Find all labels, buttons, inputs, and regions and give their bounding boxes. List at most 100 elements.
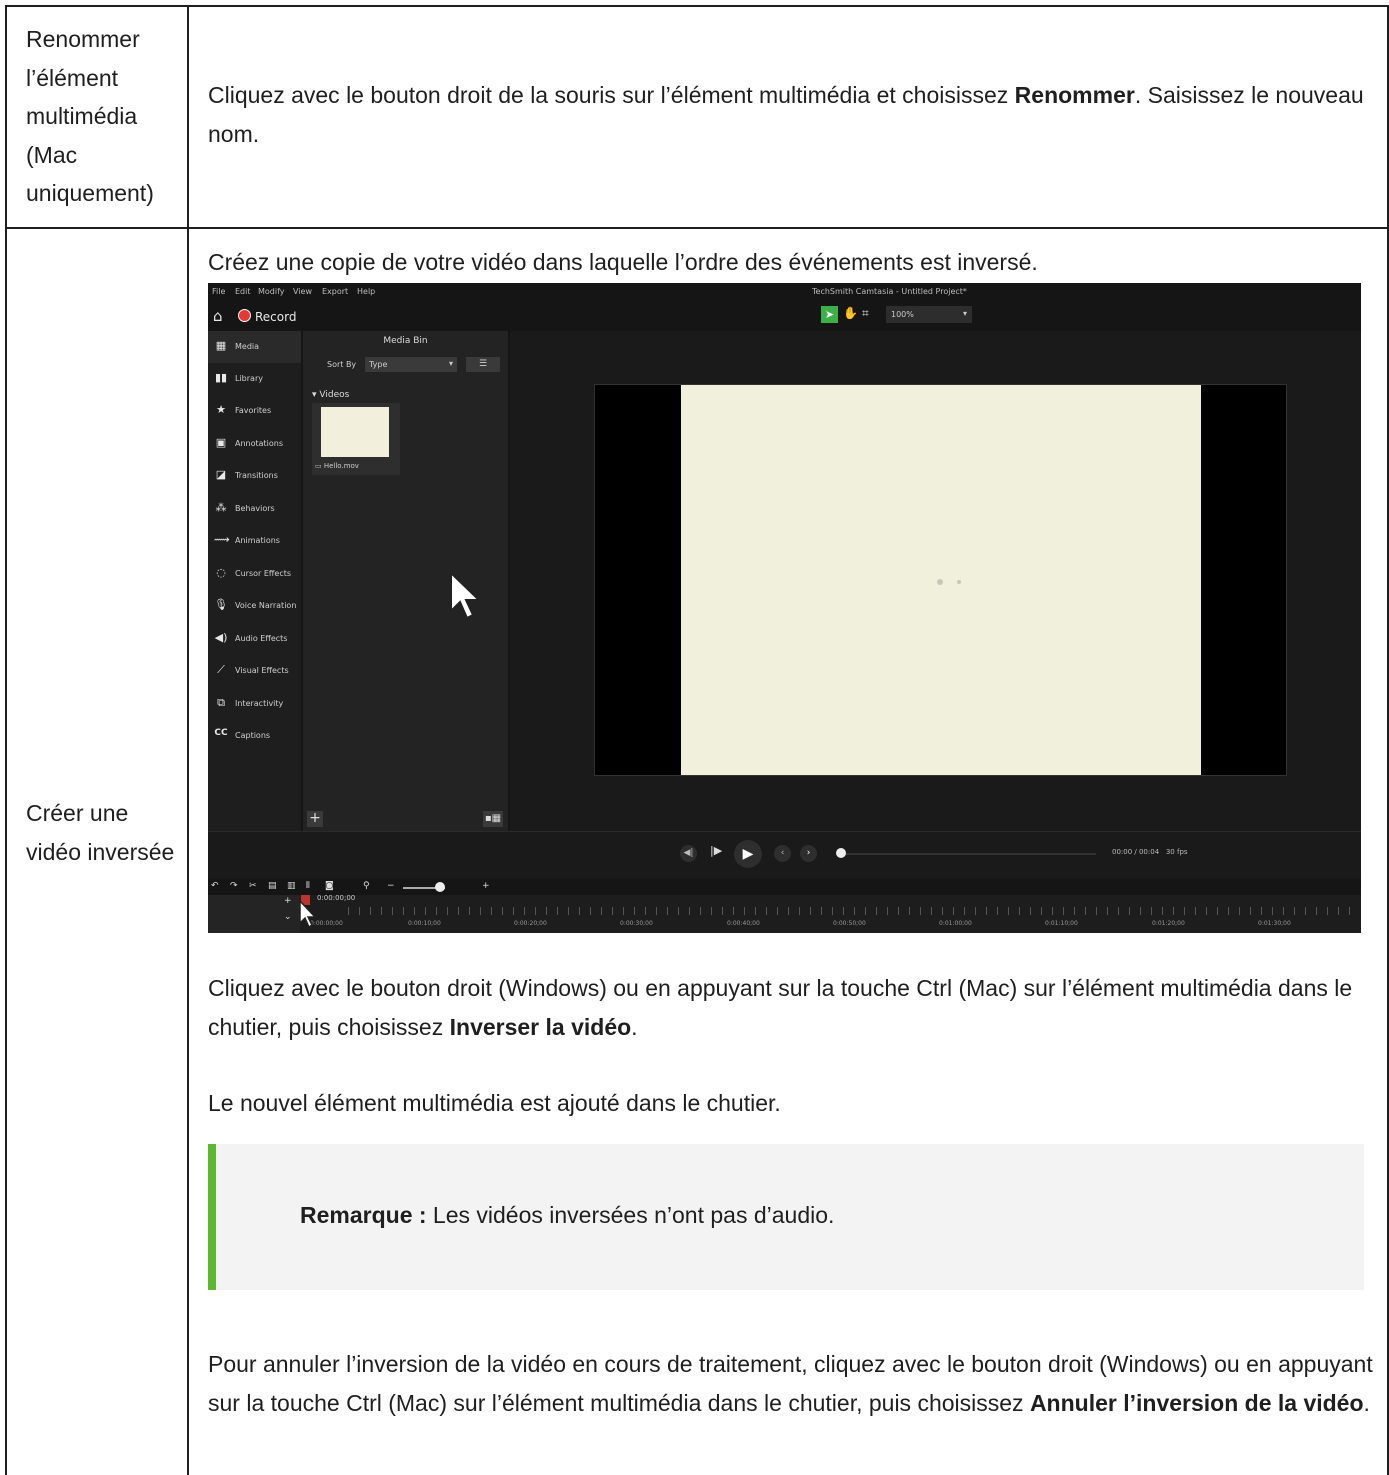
sidebar-item-media[interactable]: ▦ Media — [208, 331, 301, 363]
rename-command: Renommer — [1014, 82, 1135, 108]
sidebar-item-audio-effects[interactable]: ◀) Audio Effects — [208, 623, 301, 655]
record-button[interactable]: Record — [255, 311, 296, 323]
menu-file[interactable]: File — [212, 288, 225, 296]
window-title: TechSmith Camtasia - Untitled Project* — [812, 287, 967, 296]
playback-controls: ◀| |▶ ▶ ‹ › 00:00 / 00:04 30 fps — [208, 831, 1361, 879]
record-icon[interactable] — [238, 309, 251, 322]
zoom-select[interactable]: 100% ▾ — [886, 306, 972, 323]
media-bin-title: Media Bin — [383, 336, 428, 346]
media-bin-panel: Media Bin Sort By Type ▾ ☰ ▾ Videos ▭ Hel… — [303, 331, 508, 831]
ruler-ticks — [348, 907, 1358, 915]
sidebar-item-library[interactable]: ▮▮ Library — [208, 363, 301, 395]
zoom-search-icon[interactable]: ⚲ — [363, 882, 370, 891]
note-callout: Remarque : Les vidéos inversées n’ont pa… — [208, 1144, 1364, 1290]
sidebar-item-favorites[interactable]: ★ Favorites — [208, 395, 301, 427]
grid-view-icon[interactable]: ▪▦ — [483, 811, 503, 827]
tools-sidebar: ▦ Media ▮▮ Library ★ Favorites ▣ Annotations… — [208, 331, 301, 831]
ruler-tick: 0:01:10;00 — [1045, 920, 1078, 927]
home-icon[interactable]: ⌂ — [213, 309, 223, 324]
mouse-cursor-icon — [299, 899, 317, 929]
row-label-reverse: Créer une vidéo inversée — [26, 800, 175, 865]
sidebar-item-behaviors[interactable]: ⁂ Behaviors — [208, 493, 301, 525]
menu-help[interactable]: Help — [357, 288, 375, 296]
sort-select[interactable]: Type ▾ — [365, 357, 457, 372]
media-item-name: ▭ Hello.mov — [315, 462, 359, 470]
table-column-divider — [187, 5, 189, 1475]
chevron-down-icon: ▾ — [448, 359, 453, 368]
track-header: + ⌄ — [208, 895, 300, 933]
scrub-handle[interactable] — [836, 848, 846, 858]
menu-export[interactable]: Export — [322, 288, 348, 296]
play-button[interactable]: ▶ — [734, 840, 762, 868]
previous-marker-icon[interactable]: ‹ — [774, 845, 791, 862]
media-item[interactable]: ▭ Hello.mov — [312, 403, 400, 475]
sidebar-item-visual-effects[interactable]: ⟋ Visual Effects — [208, 655, 301, 687]
top-toolbar: ⌂ Record ➤ ✋ ⌗ 100% ▾ — [208, 301, 1361, 331]
center-handle — [937, 579, 943, 585]
sort-order-icon[interactable]: ☰ — [466, 357, 500, 372]
reverse-intro: Créez une copie de votre vidéo dans laqu… — [208, 249, 1038, 275]
sidebar-item-transitions[interactable]: ◪ Transitions — [208, 460, 301, 492]
ruler-tick: 0:00:50;00 — [833, 920, 866, 927]
ruler-tick: 0:00:20;00 — [514, 920, 547, 927]
sidebar-item-animations[interactable]: ⟿ Animations — [208, 525, 301, 557]
cancel-instructions: Pour annuler l’inversion de la vidéo en … — [208, 1351, 1373, 1416]
snapshot-icon[interactable]: ◙ — [325, 882, 334, 891]
table-row-divider — [5, 227, 1389, 229]
reverse-command: Inverser la vidéo — [449, 1013, 632, 1040]
zoom-in-icon[interactable]: + — [482, 882, 490, 891]
rename-instructions: Cliquez avec le bouton droit de la souri… — [208, 82, 1364, 147]
videos-group-toggle[interactable]: ▾ Videos — [312, 391, 349, 400]
add-media-button[interactable]: + — [307, 811, 323, 827]
select-tool-icon[interactable]: ➤ — [821, 306, 838, 323]
ruler-tick: 0:00:40;00 — [727, 920, 760, 927]
paste-icon[interactable]: ▥ — [287, 882, 296, 891]
zoom-out-icon[interactable]: − — [387, 882, 395, 891]
menu-view[interactable]: View — [293, 288, 312, 296]
reverse-instructions: Cliquez avec le bouton droit (Windows) o… — [208, 975, 1353, 1040]
note-label: Remarque : — [300, 1202, 427, 1228]
speaker-icon: ◀) — [214, 631, 228, 644]
behavior-icon: ⁂ — [215, 501, 227, 514]
camtasia-screenshot: File Edit Modify View Export Help TechSm… — [208, 283, 1361, 933]
sidebar-item-interactivity[interactable]: ⧉ Interactivity — [208, 688, 301, 720]
rotation-handle — [957, 580, 961, 584]
next-marker-icon[interactable]: › — [800, 845, 817, 862]
ruler-tick: 0:01:20;00 — [1152, 920, 1185, 927]
redo-icon[interactable]: ↷ — [230, 882, 238, 891]
wand-icon: ⟋ — [217, 663, 225, 676]
copy-icon[interactable]: ▤ — [268, 882, 277, 891]
sidebar-item-captions[interactable]: CC Captions — [208, 720, 301, 752]
annotation-icon: ▣ — [215, 436, 227, 449]
canvas-stage — [594, 384, 1287, 776]
menu-modify[interactable]: Modify — [258, 288, 285, 296]
crop-tool-icon[interactable]: ⌗ — [862, 307, 869, 319]
split-icon[interactable]: ⫴ — [306, 882, 310, 891]
transition-icon: ◪ — [215, 468, 227, 481]
ruler-tick: 0:01:30;00 — [1258, 920, 1291, 927]
timeline-ruler[interactable]: + ⌄ 0:00:00;00 0:00:00;00 0:00:10;00 0:0… — [208, 895, 1361, 933]
hand-tool-icon[interactable]: ✋ — [843, 307, 858, 319]
preview-canvas — [510, 331, 1361, 831]
sidebar-item-annotations[interactable]: ▣ Annotations — [208, 428, 301, 460]
add-track-icon[interactable]: + — [284, 897, 292, 906]
sidebar-item-cursor-effects[interactable]: ◌ Cursor Effects — [208, 558, 301, 590]
timeline-zoom-handle[interactable] — [435, 882, 445, 892]
cut-icon[interactable]: ✂ — [249, 882, 257, 891]
ruler-tick: 0:00:30;00 — [620, 920, 653, 927]
menu-edit[interactable]: Edit — [235, 288, 251, 296]
step-forward-icon[interactable]: |▶ — [710, 845, 722, 856]
video-frame[interactable] — [681, 385, 1201, 775]
cursor-effects-icon: ◌ — [216, 566, 226, 579]
row-label-rename: Renommer l’élément multimédia (Mac uniqu… — [26, 26, 154, 206]
step-back-icon[interactable]: ◀| — [680, 845, 697, 862]
scrub-bar[interactable] — [838, 853, 1096, 855]
chevron-down-icon[interactable]: ⌄ — [284, 913, 292, 922]
time-readout: 00:00 / 00:04 30 fps — [1112, 848, 1188, 856]
mouse-cursor-icon — [450, 571, 482, 620]
undo-icon[interactable]: ↶ — [211, 882, 219, 891]
sidebar-item-voice-narration[interactable]: 🎙 Voice Narration — [208, 590, 301, 622]
microphone-icon: 🎙 — [214, 598, 228, 611]
film-icon: ▦ — [215, 339, 227, 352]
menu-bar: File Edit Modify View Export Help — [208, 283, 1361, 301]
